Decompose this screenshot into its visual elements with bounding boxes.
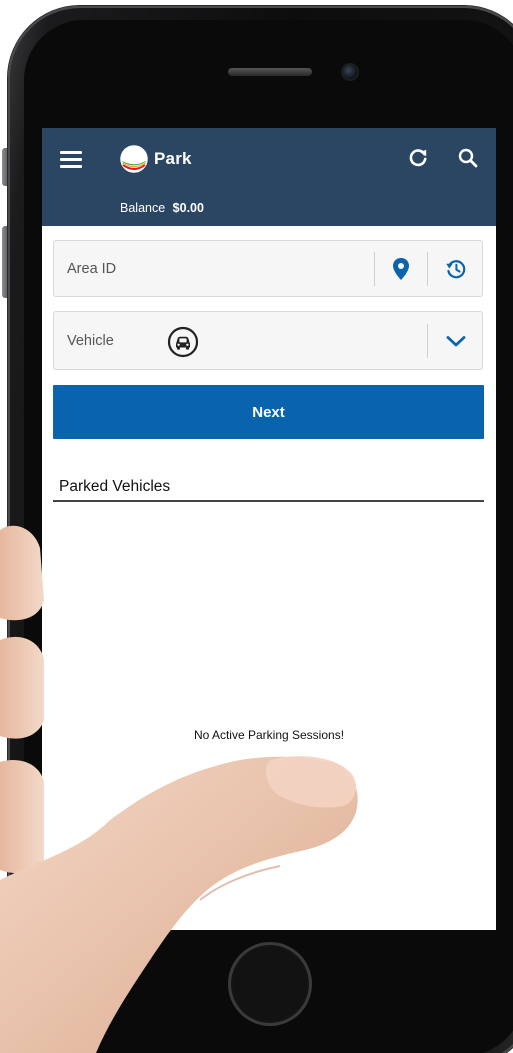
section-divider xyxy=(53,500,484,502)
parked-vehicles-title: Parked Vehicles xyxy=(59,478,171,495)
balance-value: $0.00 xyxy=(172,201,204,215)
empty-sessions-message: No Active Parking Sessions! xyxy=(193,728,345,742)
home-button[interactable] xyxy=(228,942,312,1026)
vehicle-field-separator xyxy=(427,324,428,358)
vehicle-label: Vehicle xyxy=(67,333,114,349)
history-icon[interactable] xyxy=(442,255,470,283)
app-screen: Park Balance $0.00 Area ID Vehicle Next … xyxy=(42,128,496,930)
area-field-separator xyxy=(374,252,375,286)
front-camera xyxy=(343,65,357,79)
balance-label: Balance xyxy=(120,201,166,215)
vehicle-select[interactable]: Vehicle xyxy=(53,311,483,370)
map-pin-icon[interactable] xyxy=(387,255,415,283)
next-button[interactable]: Next xyxy=(53,385,484,439)
area-id-label: Area ID xyxy=(67,261,117,277)
refresh-icon[interactable] xyxy=(406,146,430,170)
hamburger-menu-icon[interactable] xyxy=(60,151,82,169)
photo-stage: Park Balance $0.00 Area ID Vehicle Next … xyxy=(0,0,513,1053)
app-logo: Park xyxy=(118,141,192,177)
area-field-separator-2 xyxy=(427,252,428,286)
earpiece-speaker xyxy=(228,68,312,76)
search-icon[interactable] xyxy=(456,146,480,170)
app-header: Park Balance $0.00 xyxy=(42,128,496,226)
chevron-down-icon[interactable] xyxy=(442,327,470,355)
area-id-field[interactable]: Area ID xyxy=(53,240,483,297)
balance-display: Balance $0.00 xyxy=(120,201,204,215)
app-title: Park xyxy=(154,149,192,168)
at-logo-icon xyxy=(118,143,150,175)
car-icon xyxy=(167,326,199,358)
